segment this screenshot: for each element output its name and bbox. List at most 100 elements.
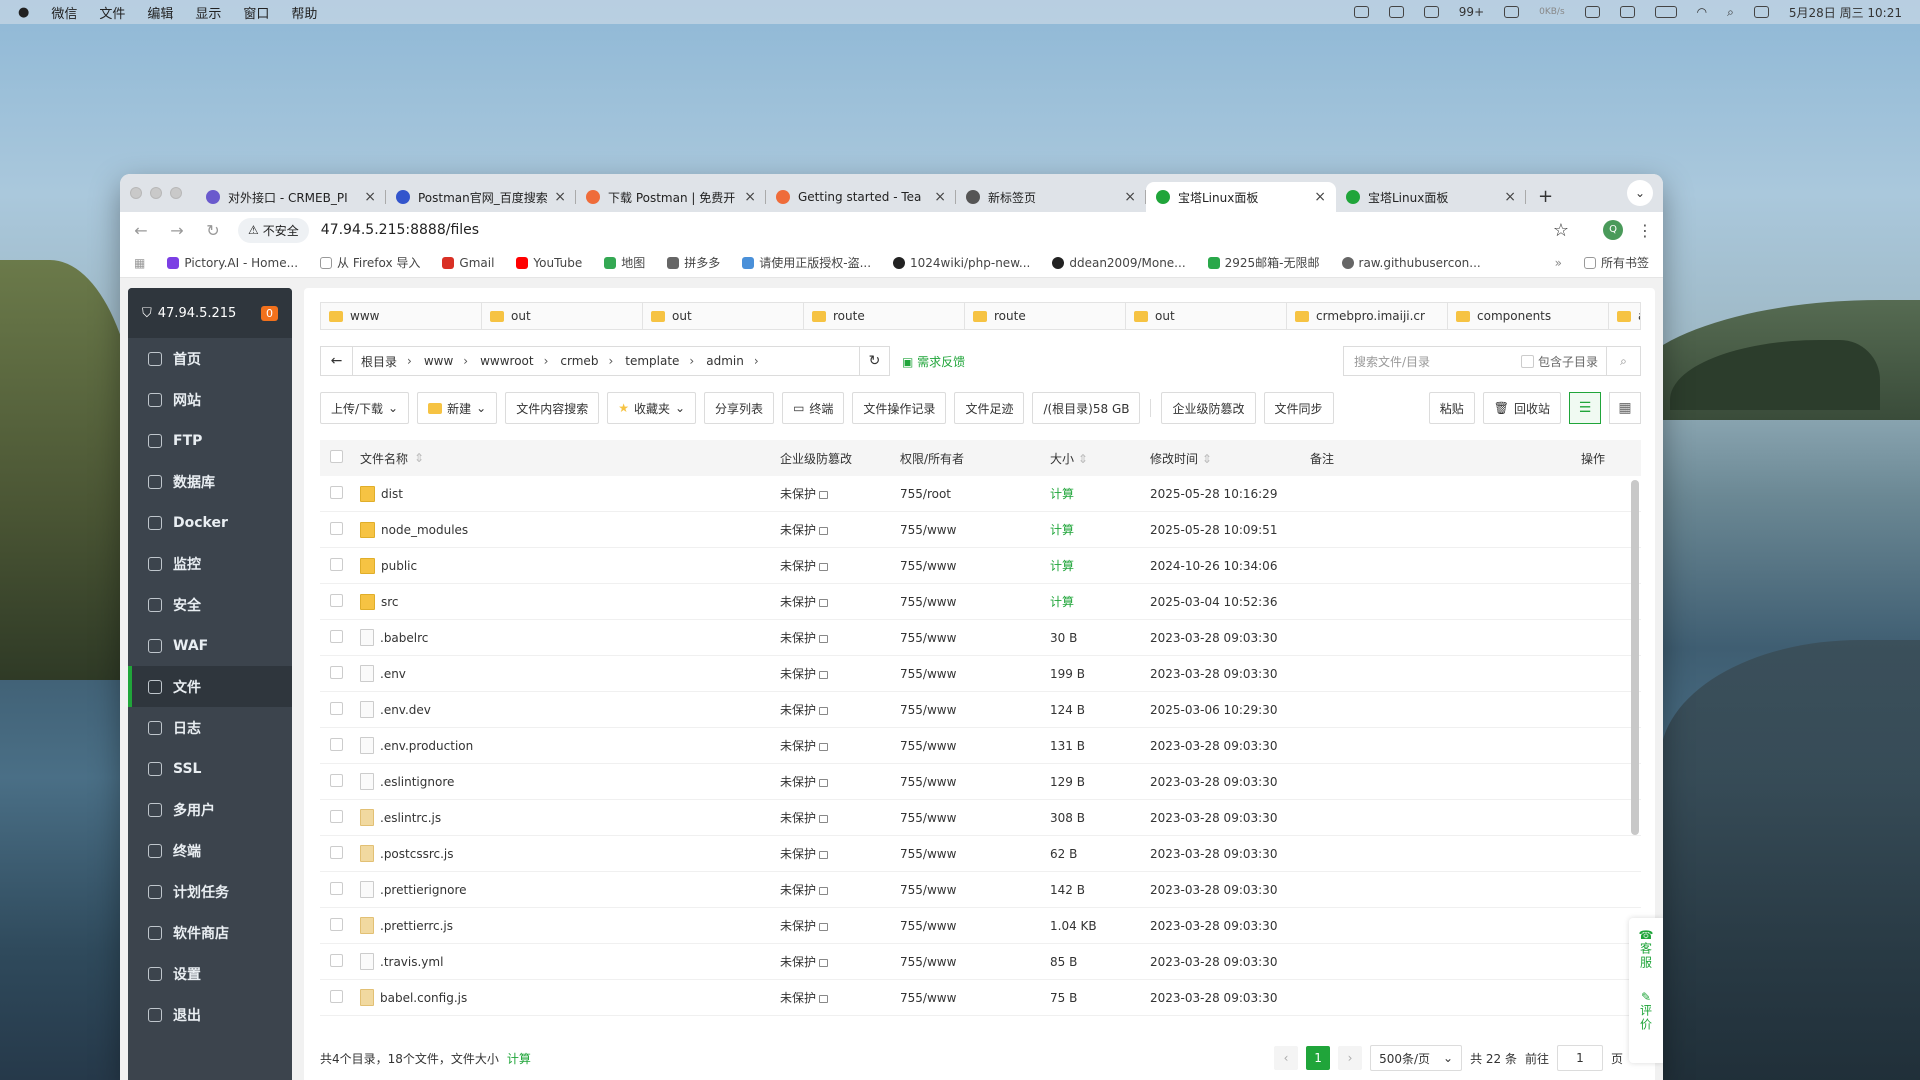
sidebar-item-website[interactable]: 网站 — [128, 379, 292, 420]
tab-bt-panel[interactable]: 宝塔Linux面板 × — [1336, 182, 1526, 212]
table-row[interactable]: .postcssrc.js 未保护 755/www 62 B 2023-03-28 09… — [320, 836, 1641, 872]
file-name[interactable]: .babelrc — [380, 631, 428, 645]
clock[interactable]: 5月28日 周三 10:21 — [1789, 4, 1902, 21]
file-name[interactable]: .env — [380, 667, 406, 681]
back-arrow-icon[interactable]: ← — [321, 347, 353, 375]
crumb-template[interactable]: template — [617, 354, 685, 368]
row-checkbox[interactable] — [330, 881, 343, 895]
row-checkbox[interactable] — [330, 917, 343, 931]
profile-avatar[interactable]: Q — [1603, 220, 1623, 240]
protect-status[interactable]: 未保护 — [780, 557, 900, 574]
address-bar[interactable]: ⚠ 不安全 47.94.5.215:8888/files — [238, 216, 1539, 244]
menu-help[interactable]: 帮助 — [291, 3, 317, 22]
bookmarks-overflow-icon[interactable]: » — [1555, 256, 1562, 270]
apple-icon[interactable]: ● — [18, 5, 29, 20]
spotlight-icon[interactable]: ⌕ — [1727, 5, 1734, 20]
table-row[interactable]: .env 未保护 755/www 199 B 2023-03-28 09:03:30 — [320, 656, 1641, 692]
status-icon-3[interactable] — [1423, 6, 1439, 18]
quick-tab-route[interactable]: route — [804, 303, 965, 329]
file-name-cell[interactable]: .babelrc — [360, 629, 780, 646]
upload-download-button[interactable]: 上传/下载 ⌄ — [320, 392, 410, 424]
protect-status[interactable]: 未保护 — [780, 809, 900, 826]
disk-usage-button[interactable]: /(根目录)58 GB — [1032, 392, 1141, 424]
file-name-cell[interactable]: .postcssrc.js — [360, 845, 780, 862]
table-row[interactable]: dist 未保护 755/root 计算 2025-05-28 10:16:29 — [320, 476, 1641, 512]
status-icon-6[interactable] — [1619, 6, 1635, 18]
row-checkbox[interactable] — [330, 557, 343, 571]
crumb-www[interactable]: www — [416, 354, 459, 368]
back-icon[interactable]: ← — [130, 221, 152, 240]
file-name-cell[interactable]: .eslintrc.js — [360, 809, 780, 826]
bookmark-raw-github[interactable]: raw.githubusercon... — [1341, 256, 1481, 270]
sidebar-item-logs[interactable]: 日志 — [128, 707, 292, 748]
row-checkbox[interactable] — [330, 953, 343, 967]
crumb-root[interactable]: 根目录 — [353, 353, 403, 370]
table-row[interactable]: node_modules 未保护 755/www 计算 2025-05-28 10:09… — [320, 512, 1641, 548]
menu-view[interactable]: 显示 — [195, 3, 221, 22]
bookmark-gmail[interactable]: Gmail — [442, 256, 494, 270]
protect-status[interactable]: 未保护 — [780, 881, 900, 898]
zoom-window-button[interactable] — [170, 187, 182, 199]
quick-tab-crmebpro[interactable]: crmebpro.imaiji.cr — [1287, 303, 1448, 329]
goto-page-input[interactable]: 1 — [1556, 1045, 1603, 1071]
calc-size-link[interactable]: 计算 — [507, 1050, 531, 1067]
quick-tab-out[interactable]: out — [482, 303, 643, 329]
bookmark-ddean[interactable]: ddean2009/Mone... — [1052, 256, 1186, 270]
file-name[interactable]: public — [381, 559, 417, 573]
permission-cell[interactable]: 755/www — [900, 991, 1050, 1005]
search-icon[interactable]: ⌕ — [1606, 347, 1640, 375]
protect-status[interactable]: 未保护 — [780, 773, 900, 790]
table-row[interactable]: .eslintignore 未保护 755/www 129 B 2023-03-28 0… — [320, 764, 1641, 800]
bookmark-pinduoduo[interactable]: 拼多多 — [667, 254, 720, 271]
url-text[interactable]: 47.94.5.215:8888/files — [321, 222, 479, 238]
col-mtime[interactable]: 修改时间 ⇕ — [1150, 450, 1310, 467]
file-name[interactable]: .prettierrc.js — [380, 919, 453, 933]
forward-icon[interactable]: → — [166, 221, 188, 240]
grid-view-icon[interactable]: ▦ — [1609, 392, 1641, 424]
file-name[interactable]: node_modules — [381, 523, 468, 537]
file-name[interactable]: .env.dev — [380, 703, 431, 717]
permission-cell[interactable]: 755/www — [900, 919, 1050, 933]
tab-postman-download[interactable]: 下载 Postman | 免费开 × — [576, 182, 766, 212]
close-tab-icon[interactable]: × — [1124, 189, 1136, 205]
terminal-button[interactable]: ▭ 终端 — [782, 392, 845, 424]
permission-cell[interactable]: 755/www — [900, 595, 1050, 609]
permission-cell[interactable]: 755/www — [900, 559, 1050, 573]
row-checkbox[interactable] — [330, 809, 343, 823]
sidebar-item-database[interactable]: 数据库 — [128, 461, 292, 502]
sidebar-item-logout[interactable]: 退出 — [128, 994, 292, 1035]
status-icon-1[interactable] — [1353, 6, 1369, 18]
file-name-cell[interactable]: .eslintignore — [360, 773, 780, 790]
size-cell[interactable]: 计算 — [1050, 485, 1150, 502]
protect-status[interactable]: 未保护 — [780, 521, 900, 538]
table-row[interactable]: .travis.yml 未保护 755/www 85 B 2023-03-28 09:0… — [320, 944, 1641, 980]
permission-cell[interactable]: 755/www — [900, 955, 1050, 969]
bookmark-1024wiki[interactable]: 1024wiki/php-new... — [893, 256, 1030, 270]
all-bookmarks[interactable]: 所有书签 — [1583, 254, 1649, 271]
row-checkbox[interactable] — [330, 629, 343, 643]
menu-file[interactable]: 文件 — [99, 3, 125, 22]
permission-cell[interactable]: 755/root — [900, 487, 1050, 501]
per-page-select[interactable]: 500条/页 ⌄ — [1370, 1045, 1463, 1071]
file-name-cell[interactable]: .prettierignore — [360, 881, 780, 898]
bookmark-maps[interactable]: 地图 — [604, 254, 645, 271]
protect-status[interactable]: 未保护 — [780, 665, 900, 682]
battery-icon[interactable] — [1654, 6, 1677, 18]
row-checkbox[interactable] — [330, 521, 343, 535]
new-tab-button[interactable]: + — [1526, 182, 1565, 212]
status-icon-4[interactable] — [1504, 6, 1520, 18]
tab-bt-panel-active[interactable]: 宝塔Linux面板 × — [1146, 182, 1336, 212]
tamper-button[interactable]: 企业级防篡改 — [1161, 392, 1256, 424]
menu-window[interactable]: 窗口 — [243, 3, 269, 22]
size-cell[interactable]: 计算 — [1050, 557, 1150, 574]
page-number[interactable]: 1 — [1306, 1046, 1331, 1070]
sidebar-item-waf[interactable]: WAF — [128, 625, 292, 666]
sidebar-item-monitor[interactable]: 监控 — [128, 543, 292, 584]
close-tab-icon[interactable]: × — [1314, 189, 1326, 205]
sidebar-item-ssl[interactable]: SSL — [128, 748, 292, 789]
file-name[interactable]: .eslintignore — [380, 775, 454, 789]
protect-status[interactable]: 未保护 — [780, 701, 900, 718]
status-icon-5[interactable] — [1584, 6, 1600, 18]
close-tab-icon[interactable]: × — [554, 189, 566, 205]
footprint-button[interactable]: 文件足迹 — [954, 392, 1025, 424]
